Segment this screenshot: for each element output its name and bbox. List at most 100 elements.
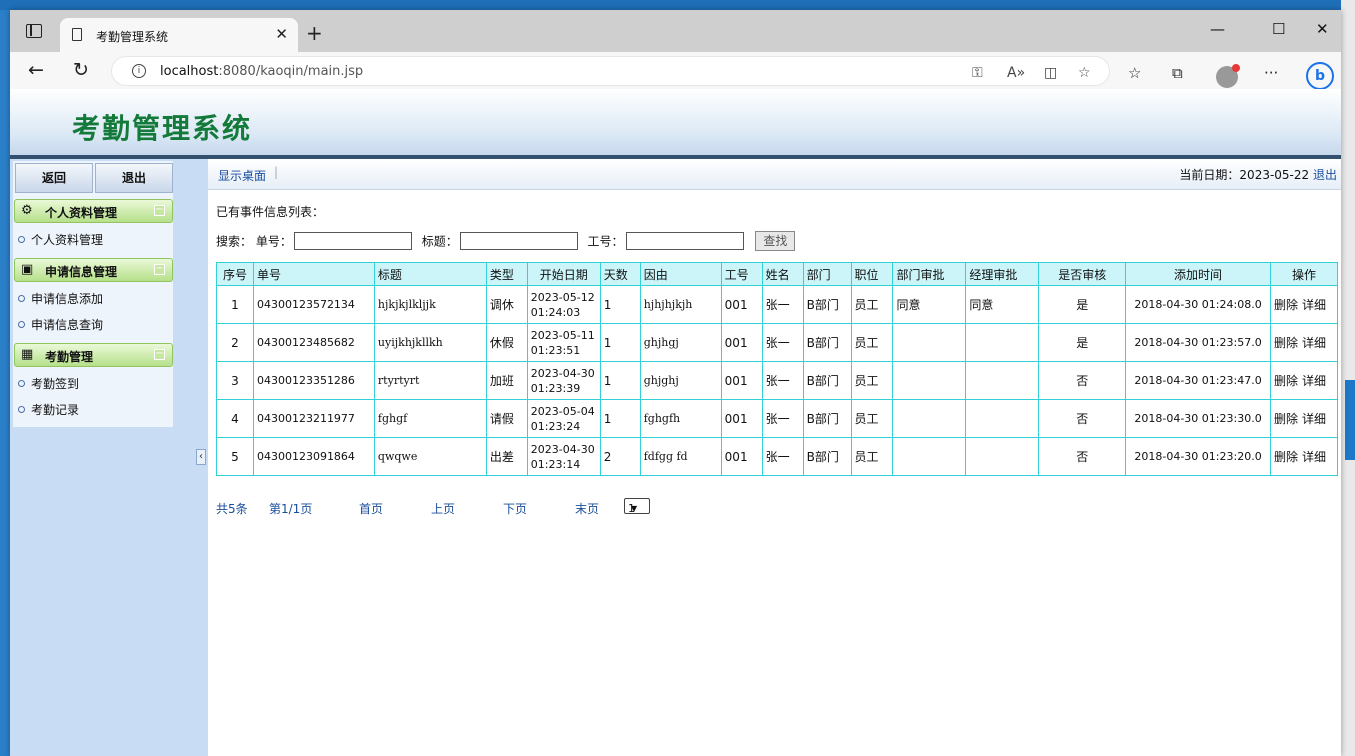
tab-actions-icon[interactable]	[26, 24, 42, 38]
detail-link[interactable]: 详细	[1302, 298, 1326, 312]
delete-link[interactable]: 删除	[1274, 412, 1298, 426]
search-button[interactable]: 查找	[755, 231, 796, 251]
logout-button[interactable]: 退出	[95, 163, 173, 193]
column-header: 序号	[216, 262, 254, 286]
browser-tab[interactable]: 考勤管理系统 ✕	[60, 18, 298, 52]
bullet-icon	[18, 380, 25, 387]
detail-link[interactable]: 详细	[1302, 412, 1326, 426]
cell-order-no: 04300123091864	[252, 437, 375, 476]
menu-item-label: 考勤签到	[31, 377, 80, 391]
delete-link[interactable]: 删除	[1274, 374, 1298, 388]
collapse-icon[interactable]: −	[154, 349, 165, 360]
start-time: 01:23:51	[530, 343, 581, 357]
system-title: 考勤管理系统	[72, 112, 253, 145]
window-close-icon[interactable]: ✕	[1316, 20, 1329, 38]
new-tab-icon[interactable]: +	[306, 21, 323, 45]
minimize-icon[interactable]: —	[1210, 20, 1225, 38]
column-header: 添加时间	[1125, 262, 1271, 286]
cell-dept: B部门	[802, 437, 852, 476]
url-path: :8080/kaoqin/main.jsp	[218, 64, 364, 79]
bullet-icon	[18, 406, 25, 413]
detail-link[interactable]: 详细	[1302, 336, 1326, 350]
cell-emp-no: 001	[720, 361, 763, 400]
bing-icon[interactable]: b	[1306, 62, 1334, 90]
desktop-edge	[1341, 0, 1355, 756]
column-header: 经理审批	[965, 262, 1040, 286]
cell-dept-approval	[892, 361, 967, 400]
page-select[interactable]: 1 ▼	[624, 498, 650, 515]
key-icon[interactable]: ⚿	[972, 65, 983, 81]
order-no-input[interactable]	[293, 232, 412, 250]
calendar-icon: ▦	[21, 347, 34, 362]
title-bar: 考勤管理系统 ✕ + — ☐ ✕	[10, 10, 1341, 52]
cell-mgr-approval	[965, 399, 1040, 438]
cell-added-time: 2018-04-30 01:23:57.0	[1125, 323, 1271, 362]
read-aloud-icon[interactable]: A»	[1007, 65, 1025, 81]
cell-seq: 2	[216, 323, 254, 362]
sidebar-menu: 返回 退出 ⚙ 个人资料管理 − 个人资料管理 ▣ 申请信息管理 − 申请信息添…	[13, 161, 173, 427]
column-header: 类型	[485, 262, 528, 286]
chevron-down-icon: ▼	[631, 504, 638, 513]
cell-days: 1	[599, 361, 641, 400]
column-header: 工号	[720, 262, 763, 286]
logout-link[interactable]: 退出	[1313, 168, 1337, 182]
last-page-link[interactable]: 末页	[575, 500, 599, 517]
first-page-link[interactable]: 首页	[359, 500, 383, 517]
maximize-icon[interactable]: ☐	[1272, 20, 1285, 38]
desktop-widget	[1345, 380, 1355, 460]
favorites-icon[interactable]: ☆	[1128, 64, 1141, 82]
emp-no-input[interactable]	[625, 232, 744, 250]
cell-days: 2	[599, 437, 641, 476]
collapse-icon[interactable]: −	[154, 205, 165, 216]
show-desktop-link[interactable]: 显示桌面	[218, 167, 266, 184]
add-favorite-icon[interactable]: ☆	[1078, 65, 1091, 81]
tab-close-icon[interactable]: ✕	[275, 25, 288, 43]
profile-avatar[interactable]	[1216, 64, 1240, 88]
url-host: localhost	[160, 64, 219, 79]
back-icon[interactable]: ←	[28, 60, 44, 80]
cell-dept-approval	[892, 399, 967, 438]
menu-group-attendance[interactable]: ▦ 考勤管理 −	[14, 343, 173, 367]
detail-link[interactable]: 详细	[1302, 450, 1326, 464]
url-text[interactable]: localhost:8080/kaoqin/main.jsp	[160, 64, 363, 79]
collapse-icon[interactable]: −	[154, 264, 165, 275]
site-info-icon[interactable]: i	[132, 64, 146, 78]
cell-reviewed: 是	[1038, 323, 1127, 362]
next-page-link[interactable]: 下页	[503, 500, 527, 517]
start-time: 01:24:03	[530, 305, 581, 319]
menu-item-records[interactable]: 考勤记录	[18, 401, 79, 421]
app-header: 考勤管理系统	[10, 89, 1341, 159]
cell-dept: B部门	[802, 361, 852, 400]
cell-reviewed: 是	[1038, 285, 1127, 324]
detail-link[interactable]: 详细	[1302, 374, 1326, 388]
column-header: 标题	[373, 262, 487, 286]
title-input[interactable]	[459, 232, 578, 250]
sidebar-toggle-icon[interactable]: ‹	[196, 449, 206, 465]
menu-group-profile[interactable]: ⚙ 个人资料管理 −	[14, 199, 173, 223]
delete-link[interactable]: 删除	[1274, 450, 1298, 464]
menu-item-application-query[interactable]: 申请信息查询	[18, 316, 103, 336]
back-button[interactable]: 返回	[15, 163, 93, 193]
event-table: 序号 单号 标题 类型 开始日期 天数 因由 工号 姓名 部门 职位 部门审批 …	[216, 262, 1339, 476]
cell-name: 张一	[761, 437, 804, 476]
cell-start-date: 2023-05-04 01:23:24	[526, 399, 601, 438]
refresh-icon[interactable]: ↻	[73, 60, 89, 80]
collections-icon[interactable]: ⧉	[1172, 64, 1183, 82]
bullet-icon	[18, 321, 25, 328]
menu-item-checkin[interactable]: 考勤签到	[18, 375, 79, 395]
cell-dept-approval: 同意	[892, 285, 967, 324]
prev-page-link[interactable]: 上页	[431, 500, 455, 517]
delete-link[interactable]: 删除	[1274, 298, 1298, 312]
search-label: 搜索：	[216, 234, 253, 249]
split-screen-icon[interactable]: ◫	[1044, 65, 1057, 81]
delete-link[interactable]: 删除	[1274, 336, 1298, 350]
menu-item-label: 个人资料管理	[31, 233, 104, 247]
menu-item-profile[interactable]: 个人资料管理	[18, 231, 103, 251]
cell-mgr-approval	[965, 323, 1040, 362]
menu-item-application-add[interactable]: 申请信息添加	[18, 290, 103, 310]
url-box[interactable]: i localhost:8080/kaoqin/main.jsp ⚿ A» ◫ …	[111, 56, 1110, 86]
cell-dept-approval	[892, 437, 967, 476]
more-icon[interactable]: ···	[1264, 64, 1278, 82]
column-header: 部门审批	[892, 262, 967, 286]
menu-group-application[interactable]: ▣ 申请信息管理 −	[14, 258, 173, 282]
